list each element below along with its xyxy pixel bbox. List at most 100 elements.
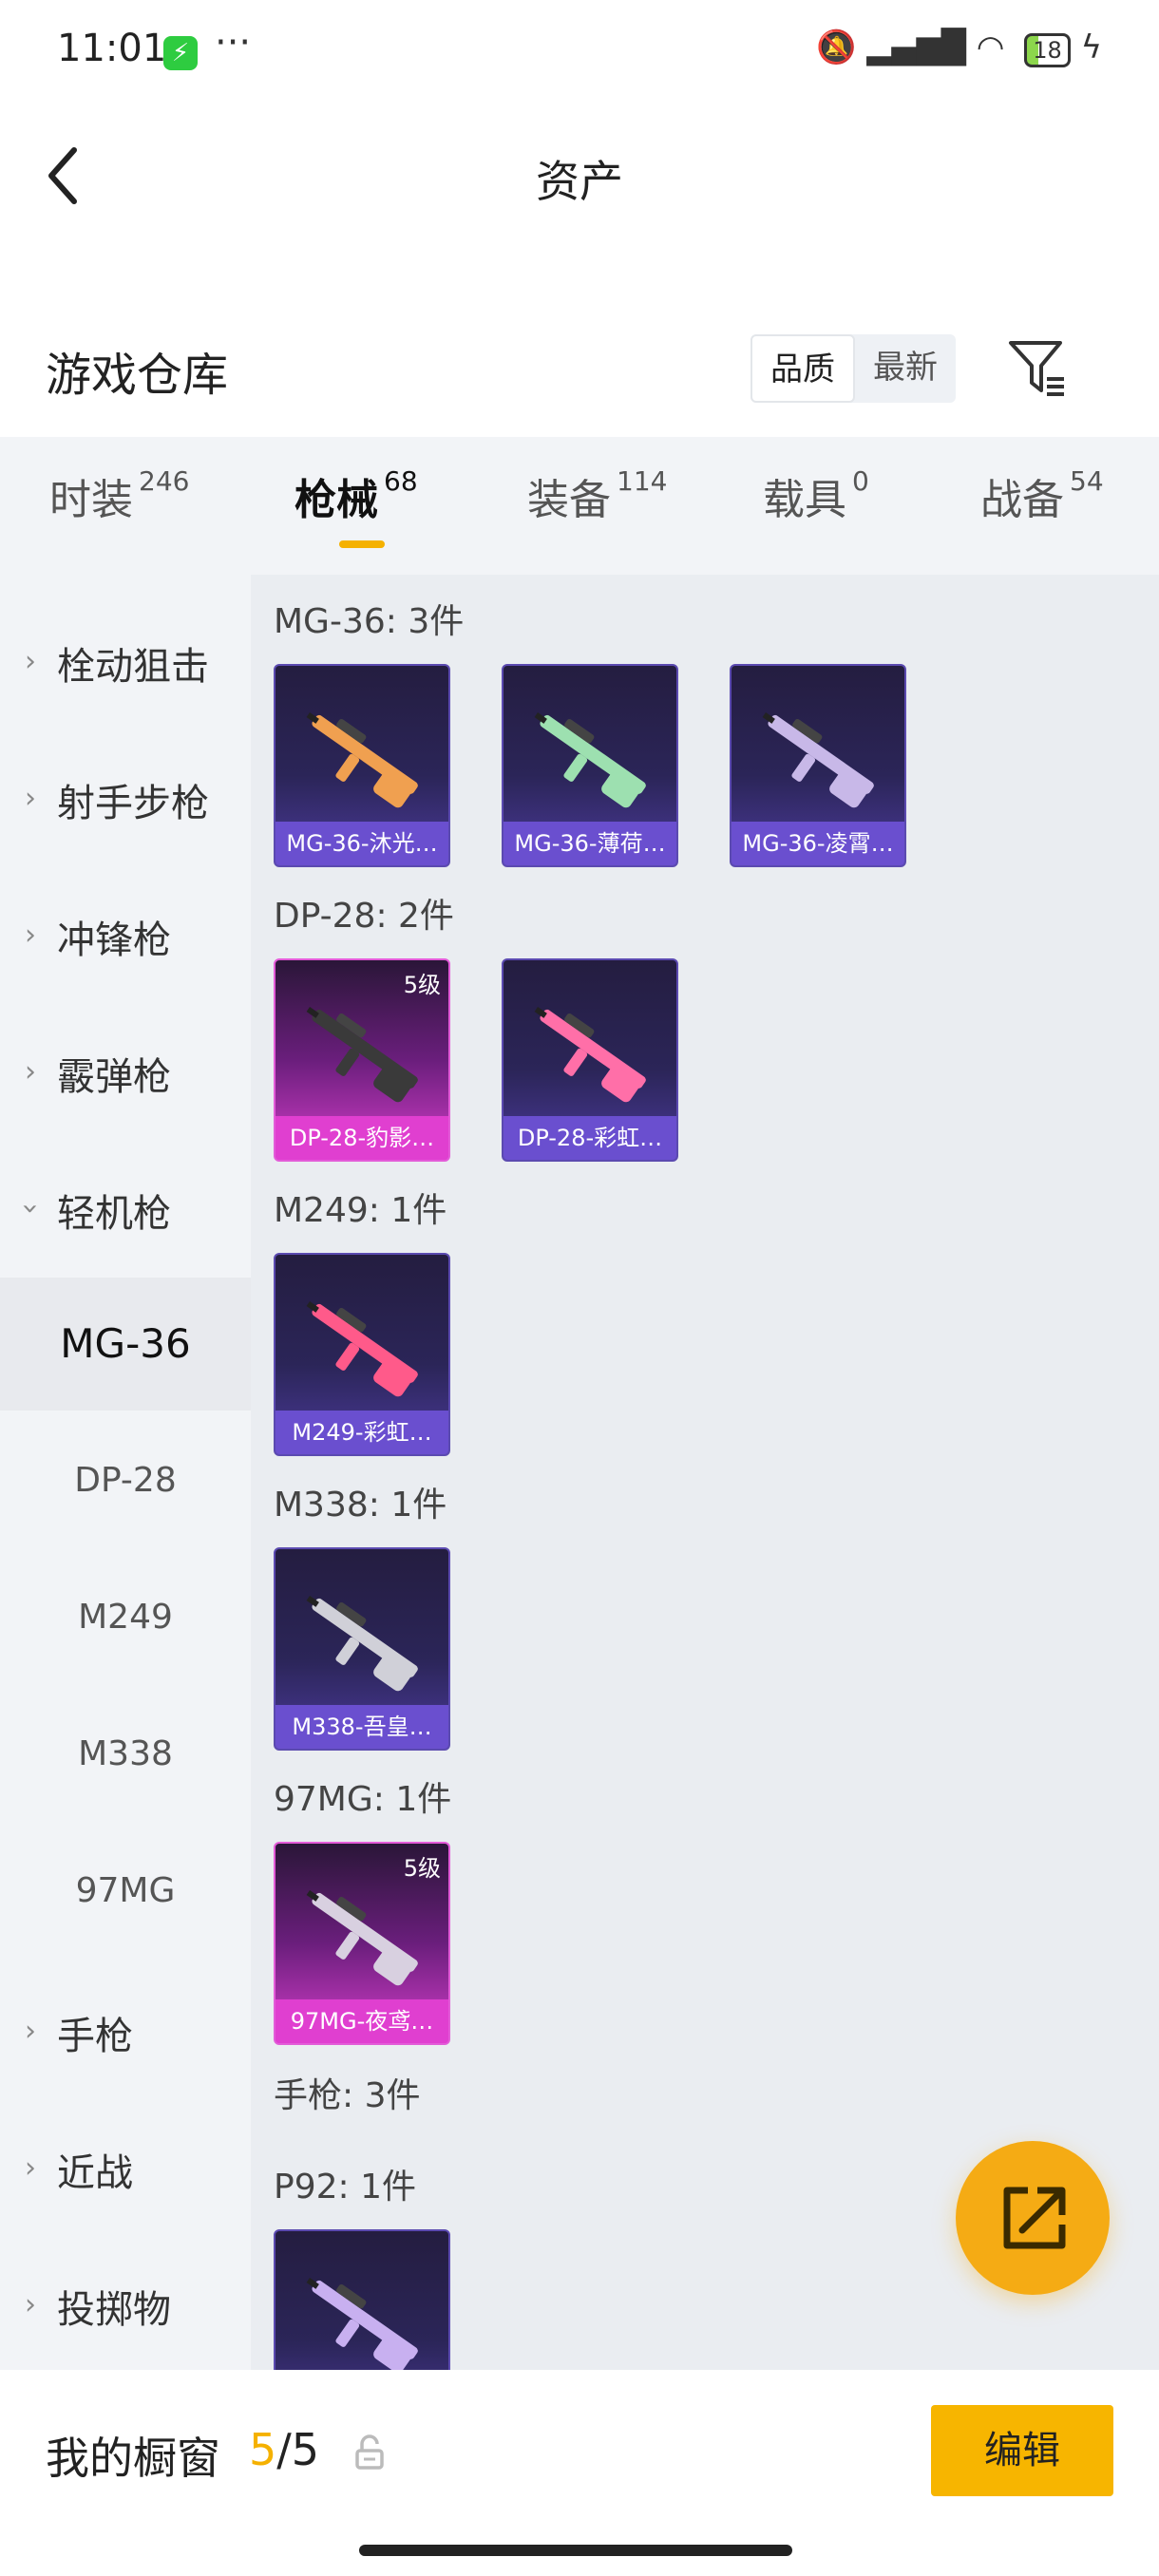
showcase-count-total: 5 [291,2424,320,2475]
chevron-right-icon: › [25,2015,36,2048]
sidebar-item-bolt-sniper[interactable]: › 栓动狙击 [0,624,251,700]
showcase-label: 我的橱窗 [46,2433,220,2484]
item-grid: MG-36: 3件 MG-36-沐光… MG-36-薄荷… MG-36-凌霄… DP-2… [251,575,1159,2370]
sidebar-subitem-97mg[interactable]: 97MG [0,1825,251,1958]
group-label: 97MG: 1件 [274,1780,452,1819]
group-label: M338: 1件 [274,1486,447,1525]
page-title: 资产 [536,156,623,207]
tab-label: 战备 [980,476,1064,524]
item-card[interactable]: M338-吾皇… [274,1547,450,1751]
chevron-right-icon: › [25,782,36,815]
group-label: MG-36: 3件 [274,602,465,641]
group-label: M249: 1件 [274,1191,447,1230]
tab-label: 载具 [763,476,846,524]
item-name: DP-28-豹影… [276,1116,448,1160]
filter-icon [1009,341,1064,396]
sidebar-item-label: 手枪 [57,2015,133,2058]
charging-icon: ϟ [1080,28,1102,66]
section-title: 游戏仓库 [46,349,229,402]
tab-equipment[interactable]: 装备 114 [527,465,667,526]
chevron-right-icon: › [25,919,36,952]
sidebar-item-lmg[interactable]: › 轻机枪 [0,1171,251,1247]
sort-toggle: 品质 最新 [750,334,956,403]
item-card[interactable]: MG-36-凌霄… [730,664,906,867]
gun-icon [306,1596,418,1692]
sidebar-item-label: 投掷物 [57,2288,171,2332]
item-name: DP-28-彩虹… [504,1116,676,1160]
tab-label: 时装 [49,476,133,524]
sidebar-item-label: 栓动狙击 [57,645,209,689]
item-name: M338-吾皇… [276,1705,448,1749]
item-card[interactable]: DP-28-彩虹… [502,958,678,1162]
share-button[interactable] [956,2141,1110,2295]
mute-icon: 🔕 [816,28,857,66]
chevron-right-icon: › [25,2151,36,2185]
wifi-icon: ◠ [976,28,1005,66]
tab-vehicles[interactable]: 载具 0 [763,465,869,526]
sidebar: › 栓动狙击 › 射手步枪 › 冲锋枪 › 霰弹枪 › 轻机枪 MG-36 DP-28 M… [0,575,251,2370]
charging-app-icon: ⚡ [163,36,198,70]
chevron-right-icon: › [25,2288,36,2321]
showcase-count: 5/5 [249,2424,319,2475]
item-card[interactable]: 5级 97MG-夜鸢… [274,1842,450,2045]
sidebar-item-throwable[interactable]: › 投掷物 [0,2267,251,2343]
status-time: 11:01 [57,27,167,70]
group-label: DP-28: 2件 [274,897,454,936]
sidebar-item-label: 冲锋枪 [57,919,171,962]
gun-icon [306,712,418,808]
tab-label: 装备 [527,476,611,524]
edit-button[interactable]: 编辑 [931,2405,1113,2496]
sidebar-item-label: 射手步枪 [57,782,209,825]
tab-count: 0 [852,465,869,497]
tab-fashion[interactable]: 时装 246 [49,465,189,526]
active-tab-indicator [339,540,385,548]
tab-count: 54 [1070,465,1104,497]
item-card[interactable]: MG-36-薄荷… [502,664,678,867]
chevron-down-icon: › [13,1203,48,1215]
sidebar-item-smg[interactable]: › 冲锋枪 [0,898,251,974]
tab-label: 枪械 [294,476,378,524]
filter-button[interactable] [1007,337,1068,398]
showcase-count-sep: / [276,2424,292,2475]
sidebar-item-pistol[interactable]: › 手枪 [0,1994,251,2070]
home-indicator[interactable] [359,2545,792,2556]
battery-icon: 18 [1024,33,1071,67]
tab-weapons[interactable]: 枪械 68 [294,465,418,526]
group-header-pistol: 手枪: 3件 [274,2076,421,2115]
chevron-right-icon: › [25,1055,36,1089]
item-card[interactable]: MG-36-沐光… [274,664,450,867]
sidebar-subitem-m338[interactable]: M338 [0,1688,251,1821]
sidebar-subitem-mg36[interactable]: MG-36 [0,1278,251,1411]
level-badge: 5级 [403,972,441,998]
sidebar-item-shotgun[interactable]: › 霰弹枪 [0,1034,251,1110]
tab-count: 246 [139,465,190,497]
sidebar-item-melee[interactable]: › 近战 [0,2131,251,2207]
category-tabs: 时装 246 枪械 68 装备 114 载具 0 战备 54 [0,437,1159,575]
item-card[interactable] [274,2229,450,2370]
gun-icon [534,1007,646,1103]
tab-supplies[interactable]: 战备 54 [980,465,1104,526]
level-badge: 5级 [403,1855,441,1882]
status-icons: 🔕 ▂▄▆█ ◠ 18 ϟ [816,28,1102,67]
more-notifications-icon: ··· [215,21,252,65]
gun-icon [534,712,646,808]
sidebar-subitem-m249[interactable]: M249 [0,1551,251,1684]
gun-icon [306,1301,418,1397]
item-name: MG-36-沐光… [276,822,448,865]
showcase-count-current: 5 [249,2424,277,2475]
tab-count: 114 [617,465,668,497]
sidebar-item-dmr[interactable]: › 射手步枪 [0,761,251,837]
gun-icon [762,712,874,808]
tab-count: 68 [384,465,418,497]
item-name: MG-36-薄荷… [504,822,676,865]
sort-quality[interactable]: 品质 [750,334,855,403]
sidebar-subitem-dp28[interactable]: DP-28 [0,1414,251,1547]
signal-icon: ▂▄▆█ [866,28,966,66]
sidebar-item-label: 近战 [57,2151,133,2195]
group-label: P92: 1件 [274,2168,416,2207]
sidebar-item-label: 霰弹枪 [57,1055,171,1099]
item-name: 97MG-夜鸢… [276,1999,448,2043]
item-card[interactable]: M249-彩虹… [274,1253,450,1456]
item-card[interactable]: 5级 DP-28-豹影… [274,958,450,1162]
sort-newest[interactable]: 最新 [855,334,956,403]
